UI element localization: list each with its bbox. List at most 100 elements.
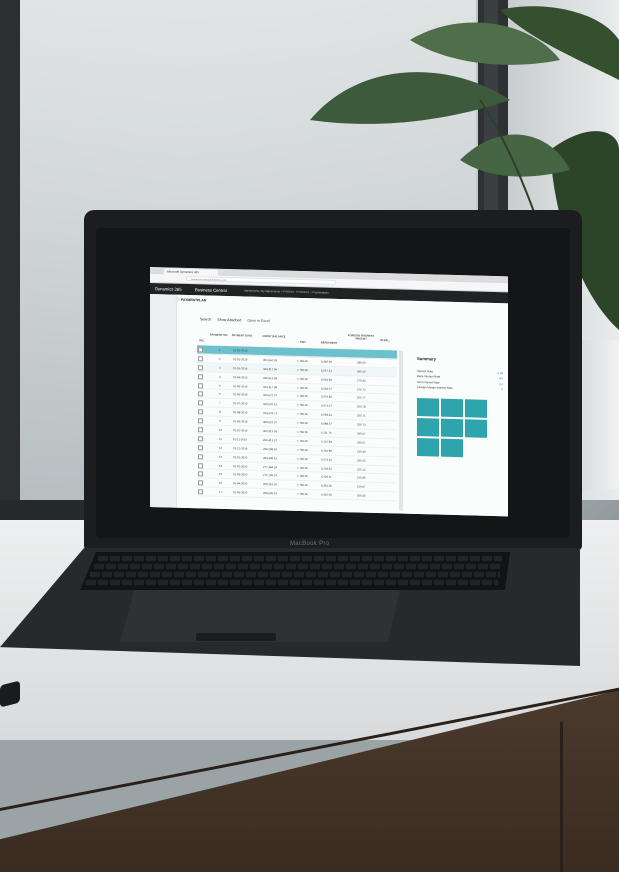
payment-date-cell: 01-06-2019	[233, 392, 248, 398]
balance-cell: 258,939.16	[263, 491, 277, 496]
repayment-cell: 6,111.76	[321, 430, 332, 435]
payment-date-cell: 01-03-2019	[233, 365, 248, 371]
column-header[interactable]: FRONT BALANCE	[261, 335, 287, 339]
cue-tile[interactable]	[465, 419, 487, 438]
interest-cell: 255.71	[357, 413, 366, 418]
action-bar: Search Show Attached Open in Excel	[200, 317, 275, 323]
repayment-cell: 5,579.86	[321, 394, 332, 400]
summary-value[interactable]: 0.0	[499, 382, 503, 386]
laptop-screen: Microsoft Dynamics 365 businesscentral.d…	[150, 267, 508, 517]
summary-label: Own Interest Rate	[417, 379, 440, 385]
checkbox-cell[interactable]	[198, 418, 203, 424]
cue-tile[interactable]	[417, 417, 439, 437]
summary-panel: Summary Interest Rate 8.00 Base Interest …	[417, 356, 505, 393]
interest-cell: 265.77	[357, 395, 366, 401]
checkbox-cell[interactable]	[198, 480, 203, 486]
pmt-cell: 7,750.00	[297, 394, 308, 399]
back-button[interactable]	[175, 296, 180, 302]
repayment-cell: 6,088.97	[321, 421, 332, 426]
checkbox-cell[interactable]	[198, 489, 203, 495]
cue-tile[interactable]	[441, 418, 463, 438]
checkbox-cell[interactable]	[198, 391, 203, 397]
nav-pane	[150, 294, 177, 515]
column-header[interactable]: FOREIGN INTEREST AMOUNT	[347, 334, 375, 341]
checkbox-cell[interactable]	[198, 400, 203, 406]
interest-cell: 270.72	[357, 386, 366, 392]
balance-cell: 271,143.07	[263, 473, 277, 478]
balance-cell: 320,691.51	[263, 402, 277, 407]
show-attached-action[interactable]: Show Attached	[217, 318, 241, 323]
payment-no-cell: 1	[219, 347, 221, 352]
laptop-label: MacBook Pro	[290, 541, 330, 547]
interest-cell: 230.25	[357, 458, 366, 463]
summary-title: Summary	[417, 355, 437, 362]
checkbox-cell[interactable]	[198, 356, 203, 362]
summary-value[interactable]: 8.00	[498, 371, 503, 375]
pmt-cell: 7,750.00	[297, 447, 308, 452]
balance-cell: 344,417.06	[263, 366, 277, 372]
repayment-cell: 6,293.52	[321, 466, 332, 471]
payment-no-cell: 2	[219, 356, 221, 361]
payment-no-cell: 17	[219, 490, 223, 495]
checkbox-cell[interactable]	[198, 409, 203, 415]
cue-tiles	[417, 397, 507, 458]
checkbox-cell[interactable]	[198, 365, 203, 371]
payment-date-cell: 01-12-2019	[233, 445, 248, 451]
payment-no-cell: 15	[219, 472, 223, 477]
pmt-cell: 7,750.00	[297, 412, 308, 417]
key-row	[98, 556, 502, 561]
checkbox-cell[interactable]	[198, 471, 203, 477]
pmt-cell: 7,750.00	[297, 465, 308, 470]
pmt-cell: 7,750.00	[297, 420, 308, 426]
brand-label[interactable]: Dynamics 365	[155, 283, 182, 295]
repayment-cell: 6,415.05	[321, 492, 332, 498]
summary-label: Foreign Margin Interest Rate	[417, 385, 453, 391]
pmt-cell: 7,750.00	[297, 376, 308, 381]
cue-tile[interactable]	[417, 437, 439, 457]
checkbox-cell[interactable]	[198, 373, 203, 380]
interest-cell: 235.40	[357, 449, 366, 454]
cue-tile[interactable]	[441, 438, 463, 458]
search-action[interactable]: Search	[200, 317, 211, 321]
column-header[interactable]: REPAYMENT	[315, 341, 343, 345]
checkbox-cell[interactable]	[198, 453, 203, 460]
page-content: PAYMENTPLAN Search Show Attached Open in…	[175, 294, 508, 517]
interest-cell: 209.45	[357, 493, 366, 498]
pmt-cell: 7,750.00	[297, 358, 308, 364]
repayment-cell: 6,274.12	[321, 457, 332, 462]
cue-tile[interactable]	[465, 399, 487, 418]
product-label[interactable]: Business Central	[195, 284, 227, 296]
balance-cell: 296,413.57	[263, 437, 277, 443]
repayment-cell: 6,073.07	[321, 403, 332, 409]
cue-tile[interactable]	[441, 398, 463, 418]
balance-cell: 302,513.93	[263, 428, 277, 434]
checkbox-cell[interactable]	[198, 462, 203, 468]
repayment-cell: 5,544.07	[321, 386, 332, 391]
column-header[interactable]: INC.	[197, 339, 207, 342]
summary-value[interactable]: 0	[501, 387, 503, 391]
checkbox-cell[interactable]	[198, 445, 203, 451]
column-header[interactable]: PMT	[295, 341, 311, 344]
pmt-cell: 7,750.00	[297, 474, 308, 479]
payment-date-cell: 01-01-2019	[233, 348, 248, 353]
column-header[interactable]: PAYMENT DATE	[231, 334, 253, 338]
balance-cell: 333,317.08	[263, 384, 277, 389]
cue-tile[interactable]	[417, 397, 439, 417]
interest-cell: 275.83	[357, 378, 366, 383]
checkbox-cell[interactable]	[198, 427, 203, 433]
summary-label: Base Interest Rate	[417, 374, 441, 379]
open-excel-action[interactable]: Open in Excel	[247, 319, 269, 324]
column-header[interactable]: PAYMENT NO.	[209, 334, 229, 338]
scrollbar[interactable]	[399, 350, 403, 511]
key-row	[90, 572, 500, 577]
balance-cell: 326,671.07	[263, 393, 277, 398]
checkbox-cell[interactable]	[198, 436, 203, 442]
checkbox-cell[interactable]	[198, 382, 203, 388]
checkbox-cell[interactable]	[198, 347, 203, 353]
column-header[interactable]: IN BAL.	[379, 339, 391, 342]
repayment-cell: 6,191.80	[321, 448, 332, 453]
payment-date-cell: 01-08-2019	[233, 410, 248, 415]
summary-value[interactable]: 8.0	[499, 377, 503, 381]
payment-date-cell: 01-07-2019	[233, 401, 248, 406]
payment-no-cell: 13	[219, 454, 223, 459]
